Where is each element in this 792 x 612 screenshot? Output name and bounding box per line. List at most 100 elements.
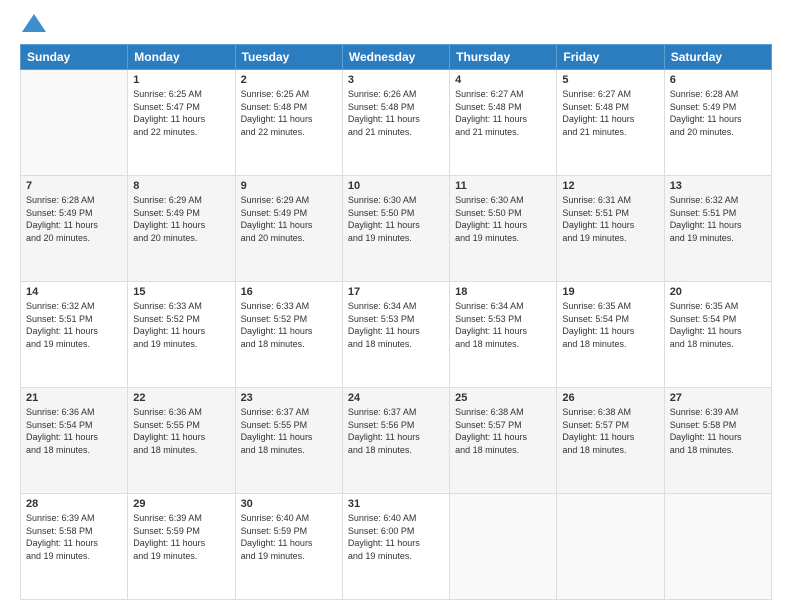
day-number: 3	[348, 74, 444, 86]
cell-daylight-info: Sunrise: 6:36 AM Sunset: 5:55 PM Dayligh…	[133, 406, 229, 456]
day-number: 18	[455, 286, 551, 298]
cell-daylight-info: Sunrise: 6:27 AM Sunset: 5:48 PM Dayligh…	[455, 88, 551, 138]
calendar-cell: 8Sunrise: 6:29 AM Sunset: 5:49 PM Daylig…	[128, 176, 235, 282]
logo-icon	[22, 14, 46, 32]
cell-daylight-info: Sunrise: 6:34 AM Sunset: 5:53 PM Dayligh…	[348, 300, 444, 350]
calendar-cell: 15 Sunrise: 6:33 AM Sunset: 5:52 PM Dayli…	[128, 282, 235, 388]
cell-daylight-info: Sunrise: 6:25 AM Sunset: 5:48 PM Dayligh…	[241, 88, 337, 138]
calendar-cell: 14 Sunrise: 6:32 AM Sunset: 5:51 PM Dayli…	[21, 282, 128, 388]
calendar-cell: 9 Sunrise: 6:29 AM Sunset: 5:49 PM Daylig…	[235, 176, 342, 282]
cell-daylight-info: Sunrise: 6:39 AM Sunset: 5:58 PM Dayligh…	[670, 406, 766, 456]
calendar-cell: 27 Sunrise: 6:39 AM Sunset: 5:58 PM Dayli…	[664, 388, 771, 494]
day-number: 11	[455, 180, 551, 192]
day-number: 6	[670, 74, 766, 86]
calendar-week-row: 21 Sunrise: 6:36 AM Sunset: 5:54 PM Dayli…	[21, 388, 772, 494]
cell-daylight-info: Sunrise: 6:37 AM Sunset: 5:56 PM Dayligh…	[348, 406, 444, 456]
cell-daylight-info: Sunrise: 6:40 AM Sunset: 6:00 PM Dayligh…	[348, 512, 444, 562]
day-number: 9	[241, 180, 337, 192]
day-number: 27	[670, 392, 766, 404]
calendar-cell: 19Sunrise: 6:35 AM Sunset: 5:54 PM Dayli…	[557, 282, 664, 388]
day-number: 5	[562, 74, 658, 86]
calendar-header-tuesday: Tuesday	[235, 45, 342, 70]
cell-daylight-info: Sunrise: 6:25 AM Sunset: 5:47 PM Dayligh…	[133, 88, 229, 138]
calendar-cell	[557, 494, 664, 600]
day-number: 20	[670, 286, 766, 298]
cell-daylight-info: Sunrise: 6:35 AM Sunset: 5:54 PM Dayligh…	[670, 300, 766, 350]
cell-daylight-info: Sunrise: 6:36 AM Sunset: 5:54 PM Dayligh…	[26, 406, 122, 456]
calendar-cell: 17Sunrise: 6:34 AM Sunset: 5:53 PM Dayli…	[342, 282, 449, 388]
day-number: 25	[455, 392, 551, 404]
calendar-cell: 29Sunrise: 6:39 AM Sunset: 5:59 PM Dayli…	[128, 494, 235, 600]
cell-daylight-info: Sunrise: 6:33 AM Sunset: 5:52 PM Dayligh…	[133, 300, 229, 350]
calendar-table: SundayMondayTuesdayWednesdayThursdayFrid…	[20, 44, 772, 600]
calendar-cell: 3Sunrise: 6:26 AM Sunset: 5:48 PM Daylig…	[342, 70, 449, 176]
calendar-cell: 26Sunrise: 6:38 AM Sunset: 5:57 PM Dayli…	[557, 388, 664, 494]
calendar-cell: 7 Sunrise: 6:28 AM Sunset: 5:49 PM Daylig…	[21, 176, 128, 282]
calendar-cell: 2 Sunrise: 6:25 AM Sunset: 5:48 PM Daylig…	[235, 70, 342, 176]
calendar-cell: 11 Sunrise: 6:30 AM Sunset: 5:50 PM Dayli…	[450, 176, 557, 282]
cell-daylight-info: Sunrise: 6:34 AM Sunset: 5:53 PM Dayligh…	[455, 300, 551, 350]
calendar-header-saturday: Saturday	[664, 45, 771, 70]
calendar-cell	[664, 494, 771, 600]
day-number: 7	[26, 180, 122, 192]
cell-daylight-info: Sunrise: 6:40 AM Sunset: 5:59 PM Dayligh…	[241, 512, 337, 562]
calendar-cell: 4 Sunrise: 6:27 AM Sunset: 5:48 PM Daylig…	[450, 70, 557, 176]
calendar-header-wednesday: Wednesday	[342, 45, 449, 70]
calendar-cell: 16 Sunrise: 6:33 AM Sunset: 5:52 PM Dayli…	[235, 282, 342, 388]
calendar-header-friday: Friday	[557, 45, 664, 70]
calendar-cell: 23 Sunrise: 6:37 AM Sunset: 5:55 PM Dayli…	[235, 388, 342, 494]
cell-daylight-info: Sunrise: 6:30 AM Sunset: 5:50 PM Dayligh…	[455, 194, 551, 244]
calendar-cell: 20 Sunrise: 6:35 AM Sunset: 5:54 PM Dayli…	[664, 282, 771, 388]
calendar-cell: 24 Sunrise: 6:37 AM Sunset: 5:56 PM Dayli…	[342, 388, 449, 494]
day-number: 23	[241, 392, 337, 404]
cell-daylight-info: Sunrise: 6:33 AM Sunset: 5:52 PM Dayligh…	[241, 300, 337, 350]
cell-daylight-info: Sunrise: 6:27 AM Sunset: 5:48 PM Dayligh…	[562, 88, 658, 138]
cell-daylight-info: Sunrise: 6:39 AM Sunset: 5:59 PM Dayligh…	[133, 512, 229, 562]
day-number: 22	[133, 392, 229, 404]
cell-daylight-info: Sunrise: 6:32 AM Sunset: 5:51 PM Dayligh…	[26, 300, 122, 350]
calendar-cell: 6 Sunrise: 6:28 AM Sunset: 5:49 PM Daylig…	[664, 70, 771, 176]
calendar-cell	[450, 494, 557, 600]
cell-daylight-info: Sunrise: 6:39 AM Sunset: 5:58 PM Dayligh…	[26, 512, 122, 562]
calendar-cell: 1 Sunrise: 6:25 AM Sunset: 5:47 PM Daylig…	[128, 70, 235, 176]
calendar-cell: 10 Sunrise: 6:30 AM Sunset: 5:50 PM Dayli…	[342, 176, 449, 282]
day-number: 19	[562, 286, 658, 298]
cell-daylight-info: Sunrise: 6:38 AM Sunset: 5:57 PM Dayligh…	[455, 406, 551, 456]
day-number: 21	[26, 392, 122, 404]
header	[20, 16, 772, 34]
calendar-cell: 28 Sunrise: 6:39 AM Sunset: 5:58 PM Dayli…	[21, 494, 128, 600]
cell-daylight-info: Sunrise: 6:28 AM Sunset: 5:49 PM Dayligh…	[26, 194, 122, 244]
day-number: 14	[26, 286, 122, 298]
calendar-cell: 22 Sunrise: 6:36 AM Sunset: 5:55 PM Dayli…	[128, 388, 235, 494]
day-number: 8	[133, 180, 229, 192]
day-number: 24	[348, 392, 444, 404]
cell-daylight-info: Sunrise: 6:30 AM Sunset: 5:50 PM Dayligh…	[348, 194, 444, 244]
day-number: 12	[562, 180, 658, 192]
calendar-cell: 25 Sunrise: 6:38 AM Sunset: 5:57 PM Dayli…	[450, 388, 557, 494]
calendar-cell: 12 Sunrise: 6:31 AM Sunset: 5:51 PM Dayli…	[557, 176, 664, 282]
cell-daylight-info: Sunrise: 6:31 AM Sunset: 5:51 PM Dayligh…	[562, 194, 658, 244]
calendar-week-row: 14 Sunrise: 6:32 AM Sunset: 5:51 PM Dayli…	[21, 282, 772, 388]
day-number: 30	[241, 498, 337, 510]
day-number: 16	[241, 286, 337, 298]
calendar-cell: 5 Sunrise: 6:27 AM Sunset: 5:48 PM Daylig…	[557, 70, 664, 176]
day-number: 1	[133, 74, 229, 86]
cell-daylight-info: Sunrise: 6:28 AM Sunset: 5:49 PM Dayligh…	[670, 88, 766, 138]
cell-daylight-info: Sunrise: 6:38 AM Sunset: 5:57 PM Dayligh…	[562, 406, 658, 456]
calendar-cell: 30 Sunrise: 6:40 AM Sunset: 5:59 PM Dayli…	[235, 494, 342, 600]
calendar-cell: 18 Sunrise: 6:34 AM Sunset: 5:53 PM Dayli…	[450, 282, 557, 388]
calendar-cell: 21 Sunrise: 6:36 AM Sunset: 5:54 PM Dayli…	[21, 388, 128, 494]
calendar-week-row: 7 Sunrise: 6:28 AM Sunset: 5:49 PM Daylig…	[21, 176, 772, 282]
day-number: 2	[241, 74, 337, 86]
day-number: 10	[348, 180, 444, 192]
day-number: 4	[455, 74, 551, 86]
calendar-week-row: 28 Sunrise: 6:39 AM Sunset: 5:58 PM Dayli…	[21, 494, 772, 600]
calendar-cell: 13Sunrise: 6:32 AM Sunset: 5:51 PM Dayli…	[664, 176, 771, 282]
logo	[20, 16, 46, 34]
cell-daylight-info: Sunrise: 6:37 AM Sunset: 5:55 PM Dayligh…	[241, 406, 337, 456]
day-number: 28	[26, 498, 122, 510]
cell-daylight-info: Sunrise: 6:32 AM Sunset: 5:51 PM Dayligh…	[670, 194, 766, 244]
page: SundayMondayTuesdayWednesdayThursdayFrid…	[0, 0, 792, 612]
cell-daylight-info: Sunrise: 6:29 AM Sunset: 5:49 PM Dayligh…	[241, 194, 337, 244]
day-number: 15	[133, 286, 229, 298]
